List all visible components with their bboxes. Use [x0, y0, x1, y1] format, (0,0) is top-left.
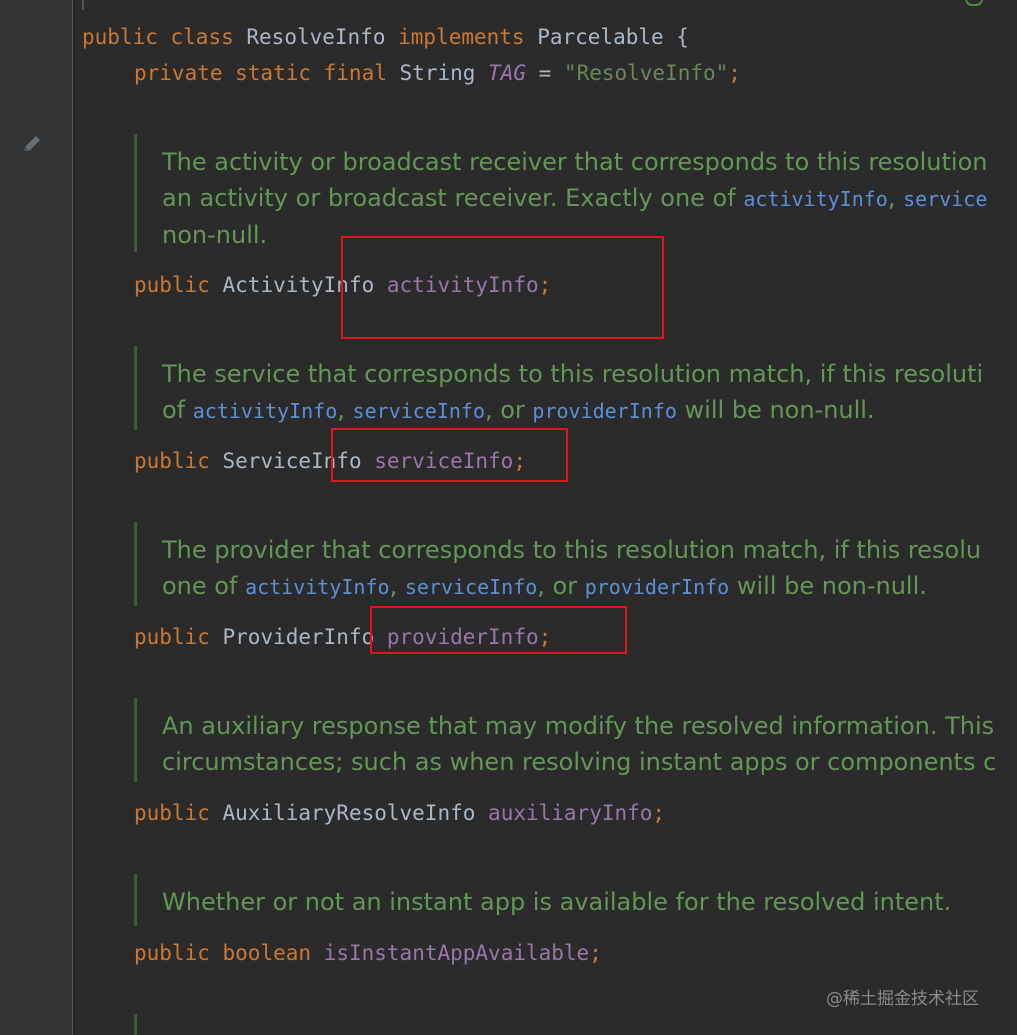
interface-name: Parcelable: [537, 25, 664, 49]
doc-text: will be non-null.: [729, 572, 927, 600]
class-name: ResolveInfo: [246, 25, 386, 49]
doc-link[interactable]: serviceInfo: [405, 575, 537, 599]
doc-comment-instant: Whether or not an instant app is availab…: [162, 884, 951, 920]
keyword: public: [82, 25, 158, 49]
doc-text: The activity or broadcast receiver that …: [162, 148, 988, 176]
brace: {: [663, 25, 689, 49]
doc-text: an activity or broadcast receiver. Exact…: [162, 184, 744, 212]
doc-comment-bar: [134, 134, 137, 252]
field-auxiliary-info: public AuxiliaryResolveInfo auxiliaryInf…: [134, 798, 665, 828]
doc-comment-bar: [134, 698, 137, 782]
doc-link[interactable]: providerInfo: [532, 399, 677, 423]
doc-link[interactable]: activityInfo: [743, 187, 888, 211]
doc-link[interactable]: activityInfo: [245, 575, 390, 599]
doc-text: ,: [389, 572, 405, 600]
doc-text: The service that corresponds to this res…: [162, 360, 984, 388]
doc-text: , or: [484, 396, 533, 424]
string-literal: "ResolveInfo": [563, 61, 729, 85]
tag-field: private static final String TAG = "Resol…: [134, 58, 741, 88]
doc-text: of: [162, 396, 193, 424]
keyword: public: [134, 625, 210, 649]
doc-text: one of: [162, 572, 246, 600]
field-type: boolean: [222, 941, 312, 965]
doc-text: circumstances; such as when resolving in…: [162, 748, 997, 776]
doc-text: non-null.: [162, 221, 268, 249]
keyword: public: [134, 941, 210, 965]
keyword: public: [134, 273, 210, 297]
highlight-box-provider: [370, 606, 627, 654]
highlight-box-service: [331, 428, 568, 482]
doc-text: The provider that corresponds to this re…: [162, 536, 982, 564]
doc-text: ,: [887, 184, 904, 212]
doc-comment-bar: [134, 874, 137, 926]
doc-comment-bar: [134, 522, 137, 606]
field-name: isInstantAppAvailable: [323, 941, 590, 965]
semicolon: ;: [728, 61, 741, 85]
doc-comment-bar: [134, 346, 137, 430]
field-name: TAG: [488, 61, 526, 85]
operator: =: [525, 61, 564, 85]
doc-text: ,: [337, 396, 353, 424]
doc-text: Whether or not an instant app is availab…: [162, 888, 952, 916]
doc-link[interactable]: service: [903, 187, 987, 211]
field-type: AuxiliaryResolveInfo: [222, 801, 476, 825]
doc-text: , or: [537, 572, 585, 600]
doc-comment-provider: The provider that corresponds to this re…: [162, 532, 981, 605]
field-name: auxiliaryInfo: [488, 801, 653, 825]
doc-comment-auxiliary: An auxiliary response that may modify th…: [162, 708, 996, 780]
semicolon: ;: [652, 801, 666, 825]
field-type: ProviderInfo: [222, 625, 375, 649]
doc-link[interactable]: serviceInfo: [353, 399, 485, 423]
keyword: class: [170, 25, 234, 49]
code-editor[interactable]: public class ResolveInfo implements Parc…: [0, 0, 1017, 1035]
doc-text: will be non-null.: [676, 396, 875, 424]
highlight-box-activity: [341, 236, 664, 339]
doc-comment-service: The service that corresponds to this res…: [162, 356, 983, 429]
semicolon: ;: [589, 941, 602, 965]
watermark: @稀土掘金技术社区: [826, 989, 979, 1009]
keyword: public: [134, 801, 210, 825]
doc-link[interactable]: activityInfo: [193, 399, 338, 423]
doc-comment-bar: [134, 1014, 137, 1035]
doc-link[interactable]: providerInfo: [585, 575, 730, 599]
field-instant-app-available: public boolean isInstantAppAvailable;: [134, 938, 602, 968]
class-declaration: public class ResolveInfo implements Parc…: [82, 22, 689, 52]
keyword: public: [134, 449, 210, 473]
doc-text: An auxiliary response that may modify th…: [162, 712, 995, 740]
field-type: String: [399, 61, 476, 85]
keyword: private static final: [134, 61, 387, 85]
keyword: implements: [398, 25, 525, 49]
